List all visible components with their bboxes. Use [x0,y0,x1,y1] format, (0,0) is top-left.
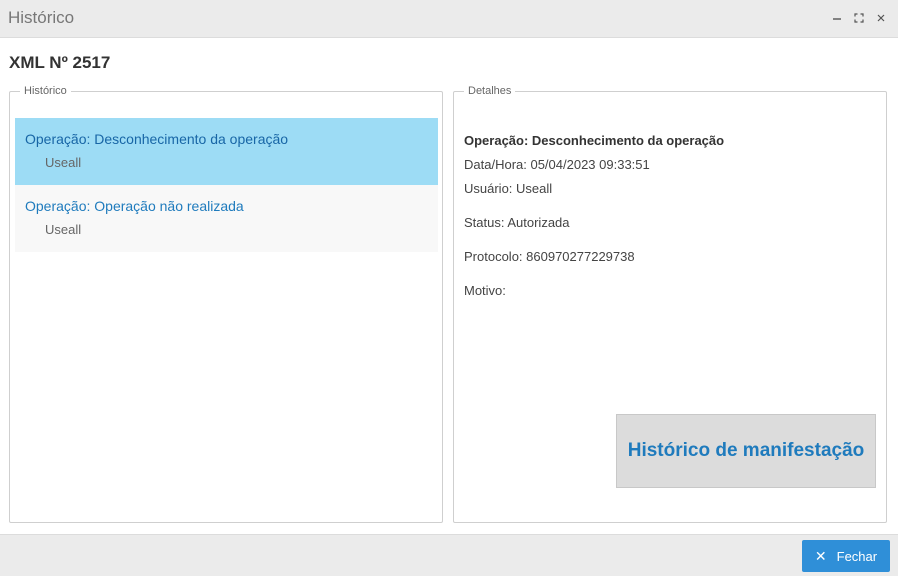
detail-user: Usuário: Useall [464,181,553,196]
manifestation-history-button[interactable]: Histórico de manifestação [616,414,876,488]
detalhes-panel: Detalhes Operação: Desconhecimento da op… [453,85,887,523]
history-item-user: Useall [45,155,82,170]
details-content: Operação: Desconhecimento da operação Da… [464,129,724,303]
detail-datetime: Data/Hora: 05/04/2023 09:33:51 [464,157,650,172]
minimize-icon[interactable] [830,10,844,26]
history-item-nao-realizada[interactable]: Operação: Operação não realizada Useall [15,185,438,252]
history-item-desconhecimento[interactable]: Operação: Desconhecimento da operação Us… [15,118,438,185]
detail-protocol: Protocolo: 860970277229738 [464,249,635,264]
history-item-user: Useall [45,222,82,237]
historico-list: Operação: Desconhecimento da operação Us… [15,118,438,252]
page-title: XML Nº 2517 [9,53,111,72]
dialog-footer: ✕ Fechar [0,534,898,576]
detail-reason: Motivo: [464,283,506,298]
detail-operation: Operação: Desconhecimento da operação [464,133,725,148]
historico-legend: Histórico [24,85,67,97]
close-x-icon: ✕ [814,547,827,564]
close-button-label: Fechar [836,548,878,564]
historico-panel: Histórico Operação: Desconhecimento da o… [9,85,443,523]
history-item-operation: Operação: Desconhecimento da operação [25,131,289,147]
detail-status: Status: Autorizada [464,215,570,230]
window-title: Histórico [8,8,75,27]
window-controls [830,10,888,26]
window-titlebar: Histórico [0,0,898,38]
close-icon[interactable] [874,10,888,26]
detalhes-legend: Detalhes [468,85,512,97]
history-item-operation: Operação: Operação não realizada [25,198,244,214]
maximize-icon[interactable] [852,10,866,26]
close-button[interactable]: ✕ Fechar [802,540,890,572]
